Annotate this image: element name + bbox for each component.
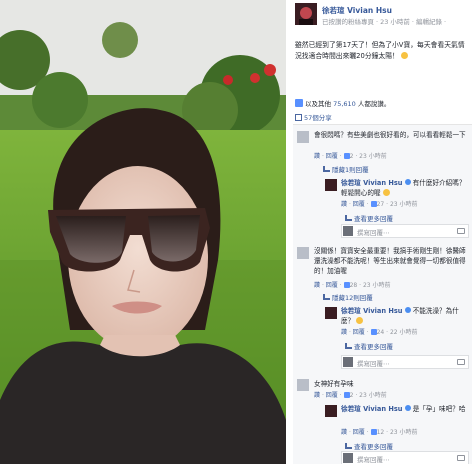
like-link[interactable]: 讚 bbox=[341, 329, 347, 336]
camera-icon[interactable] bbox=[457, 359, 465, 365]
reply-arrow-icon bbox=[323, 166, 330, 172]
reply-input[interactable]: 撰寫回覆⋯ bbox=[341, 451, 469, 464]
edit-history-link[interactable]: 編輯紀錄 bbox=[416, 18, 442, 26]
reply-arrow-icon bbox=[323, 294, 330, 300]
reply-text: 徐若瑄 Vivian Hsu 是「孕」味吧？哈 bbox=[341, 405, 466, 413]
verified-badge-icon bbox=[404, 307, 411, 313]
comment-meta: 讚 · 回覆 · 2 · 23 小時前 bbox=[314, 153, 387, 160]
comment-avatar[interactable] bbox=[297, 247, 309, 259]
page-avatar[interactable] bbox=[295, 3, 317, 25]
reply-text: 徐若瑄 Vivian Hsu 不能洗澡？為什麼？ bbox=[341, 307, 459, 325]
reply-avatar[interactable] bbox=[325, 405, 337, 417]
reply-text: 徐若瑄 Vivian Hsu 有什麼好介紹嗎？輕鬆開心的喔 bbox=[341, 179, 466, 197]
verified-badge-icon bbox=[404, 179, 411, 185]
reply-arrow-icon bbox=[345, 215, 352, 221]
view-more-replies-link[interactable]: 查看更多回覆 bbox=[345, 441, 393, 451]
reply-author[interactable]: 徐若瑄 Vivian Hsu bbox=[341, 179, 402, 187]
comment-text: 沒關係！寶寶安全最重要！我搞手術剛生剛！徐醫師還洗澡都不能洗呢！等生出來就會覺得… bbox=[314, 247, 466, 275]
reply-link[interactable]: 回覆 bbox=[353, 329, 365, 336]
camera-icon[interactable] bbox=[457, 228, 465, 234]
reply-input[interactable]: 撰寫回覆⋯ bbox=[341, 224, 469, 238]
post-timestamp[interactable]: 23 小時前 bbox=[380, 18, 410, 26]
comment-avatar[interactable] bbox=[297, 379, 309, 391]
reply-arrow-icon bbox=[345, 343, 352, 349]
verified-badge-icon bbox=[404, 405, 411, 411]
like-link[interactable]: 讚 bbox=[341, 429, 347, 436]
comments-section: 會很悶嗎？有些美劇也很好看的，可以看看輕鬆一下 讚 · 回覆 · 2 · 23 … bbox=[293, 124, 472, 464]
reply-meta: 讚 · 回覆 · 12 · 23 小時前 bbox=[341, 429, 418, 436]
comment-avatar[interactable] bbox=[297, 131, 309, 143]
post-panel: 徐若瑄 Vivian Hsu 已按讚的粉絲專頁 · 23 小時前 · 編輯紀錄 · 雖然已… bbox=[289, 0, 474, 464]
user-avatar bbox=[343, 226, 353, 236]
reply-link[interactable]: 回覆 bbox=[326, 153, 338, 160]
likes-summary: 以及其他 75,610 人都說讚。 bbox=[295, 98, 390, 108]
view-more-replies-link[interactable]: 查看更多回覆 bbox=[345, 341, 393, 351]
shares-link[interactable]: 57個分享 bbox=[295, 112, 332, 122]
likes-count-link[interactable]: 75,610 bbox=[333, 100, 356, 108]
reply-link[interactable]: 回覆 bbox=[353, 201, 365, 208]
like-link[interactable]: 讚 bbox=[341, 201, 347, 208]
reply-link[interactable]: 回覆 bbox=[353, 429, 365, 436]
hide-replies-link[interactable]: 隱藏1則回覆 bbox=[323, 164, 369, 174]
post-author[interactable]: 徐若瑄 Vivian Hsu bbox=[322, 5, 392, 16]
camera-icon[interactable] bbox=[457, 455, 465, 461]
like-link[interactable]: 讚 bbox=[314, 153, 320, 160]
view-more-replies-link[interactable]: 查看更多回覆 bbox=[345, 213, 393, 223]
liked-page-label: 已按讚的粉絲專頁 bbox=[322, 18, 374, 26]
like-icon bbox=[295, 99, 303, 107]
post-photo[interactable] bbox=[0, 0, 286, 464]
reply-link[interactable]: 回覆 bbox=[326, 392, 338, 399]
reply-input[interactable]: 撰寫回覆⋯ bbox=[341, 355, 469, 369]
comment-meta: 讚 · 回覆 · 2 · 23 小時前 bbox=[314, 392, 387, 399]
post-header: 徐若瑄 Vivian Hsu 已按讚的粉絲專頁 · 23 小時前 · 編輯紀錄 · bbox=[295, 3, 473, 26]
reply-meta: 讚 · 回覆 · 24 · 22 小時前 bbox=[341, 329, 418, 336]
smile-emoji-icon bbox=[400, 52, 408, 59]
reply-avatar[interactable] bbox=[325, 307, 337, 319]
reply-author[interactable]: 徐若瑄 Vivian Hsu bbox=[341, 307, 402, 315]
reply-avatar[interactable] bbox=[325, 179, 337, 191]
user-avatar bbox=[343, 453, 353, 463]
post-text: 雖然已經到了第17天了！但為了小V寶，每天會看天氣情況找適合時間出來曬20分鐘太… bbox=[295, 41, 465, 60]
reply-meta: 讚 · 回覆 · 27 · 23 小時前 bbox=[341, 201, 418, 208]
reply-author[interactable]: 徐若瑄 Vivian Hsu bbox=[341, 405, 402, 413]
comment-text: 女神好有孕味 bbox=[314, 380, 354, 388]
reply-arrow-icon bbox=[345, 443, 352, 449]
comment-meta: 讚 · 回覆 · 28 · 23 小時前 bbox=[314, 282, 391, 289]
share-icon bbox=[295, 114, 302, 121]
reply-link[interactable]: 回覆 bbox=[326, 282, 338, 289]
comment-text: 會很悶嗎？有些美劇也很好看的，可以看看輕鬆一下 bbox=[314, 131, 466, 139]
hide-replies-link[interactable]: 隱藏12則回覆 bbox=[323, 292, 373, 302]
like-link[interactable]: 讚 bbox=[314, 282, 320, 289]
emoji-icon bbox=[382, 189, 390, 196]
post-subtitle: 已按讚的粉絲專頁 · 23 小時前 · 編輯紀錄 · bbox=[322, 18, 447, 26]
user-avatar bbox=[343, 357, 353, 367]
emoji-icon bbox=[356, 317, 364, 324]
like-link[interactable]: 讚 bbox=[314, 392, 320, 399]
